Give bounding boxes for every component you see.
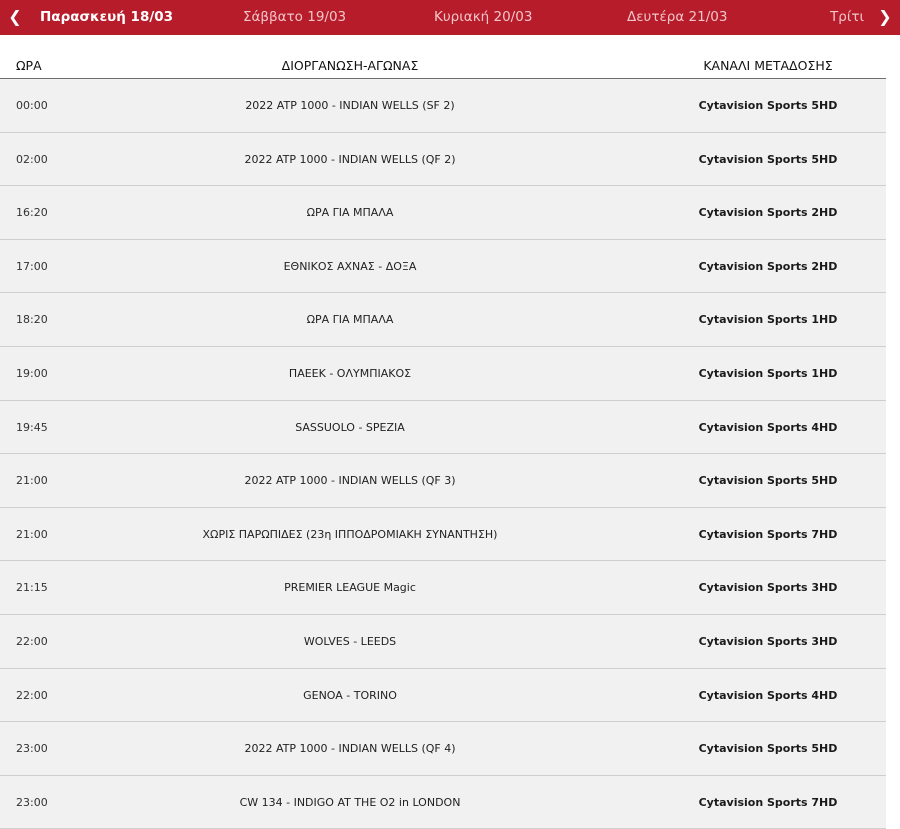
- table-row[interactable]: 16:20 ΩΡΑ ΓΙΑ ΜΠΑΛΑ Cytavision Sports 2H…: [0, 186, 886, 240]
- day-tab-friday[interactable]: Παρασκευή 18/03: [40, 0, 173, 35]
- table-row[interactable]: 21:00 2022 ATP 1000 - INDIAN WELLS (QF 3…: [0, 454, 886, 508]
- row-event: 2022 ATP 1000 - INDIAN WELLS (QF 4): [244, 742, 456, 756]
- header-event: ΔΙΟΡΓΑΝΩΣΗ-ΑΓΩΝΑΣ: [281, 58, 419, 73]
- table-row[interactable]: 19:00 ΠΑΕΕΚ - ΟΛΥΜΠΙΑΚΟΣ Cytavision Spor…: [0, 346, 886, 401]
- row-time: 19:00: [16, 366, 48, 380]
- row-time: 21:00: [16, 527, 48, 541]
- row-time: 19:45: [16, 420, 48, 434]
- chevron-left-icon[interactable]: ❮: [2, 0, 28, 35]
- row-channel: Cytavision Sports 3HD: [698, 634, 838, 648]
- row-event: 2022 ATP 1000 - INDIAN WELLS (SF 2): [245, 99, 455, 112]
- row-event: ΩΡΑ ΓΙΑ ΜΠΑΛΑ: [306, 206, 394, 220]
- row-time: 22:00: [16, 688, 48, 702]
- row-channel: Cytavision Sports 3HD: [698, 581, 838, 595]
- row-time: 00:00: [16, 99, 48, 112]
- table-row[interactable]: 23:00 2022 ATP 1000 - INDIAN WELLS (QF 4…: [0, 722, 886, 776]
- day-tab-tuesday[interactable]: Τρίτι: [830, 0, 864, 35]
- row-channel: Cytavision Sports 1HD: [698, 366, 838, 380]
- row-event: ΩΡΑ ΓΙΑ ΜΠΑΛΑ: [306, 313, 394, 327]
- header-channel: ΚΑΝΑΛΙ ΜΕΤΑΔΟΣΗΣ: [703, 58, 833, 73]
- row-time: 23:00: [16, 742, 48, 756]
- table-row[interactable]: 19:45 SASSUOLO - SPEZIA Cytavision Sport…: [0, 400, 886, 455]
- row-channel: Cytavision Sports 7HD: [698, 795, 838, 809]
- row-time: 22:00: [16, 634, 48, 648]
- row-channel: Cytavision Sports 2HD: [698, 259, 838, 273]
- row-time: 21:00: [16, 474, 48, 488]
- schedule-table: 00:00 2022 ATP 1000 - INDIAN WELLS (SF 2…: [0, 79, 886, 829]
- table-row[interactable]: 21:00 ΧΩΡΙΣ ΠΑΡΩΠΙΔΕΣ (23η ΙΠΠΟΔΡΟΜΙΑΚΗ …: [0, 507, 886, 562]
- table-row[interactable]: 21:15 PREMIER LEAGUE Magic Cytavision Sp…: [0, 561, 886, 615]
- table-row[interactable]: 22:00 WOLVES - LEEDS Cytavision Sports 3…: [0, 614, 886, 669]
- header-time: ΩΡΑ: [16, 58, 42, 73]
- table-row[interactable]: 00:00 2022 ATP 1000 - INDIAN WELLS (SF 2…: [0, 79, 886, 133]
- row-time: 02:00: [16, 152, 48, 166]
- day-tab-sunday[interactable]: Κυριακή 20/03: [434, 0, 532, 35]
- row-time: 16:20: [16, 206, 48, 220]
- row-event: CW 134 - INDIGO AT THE O2 in LONDON: [239, 795, 461, 809]
- row-channel: Cytavision Sports 5HD: [698, 474, 838, 488]
- row-time: 21:15: [16, 581, 48, 595]
- row-event: 2022 ATP 1000 - INDIAN WELLS (QF 3): [244, 474, 456, 488]
- row-time: 18:20: [16, 313, 48, 327]
- table-row[interactable]: 22:00 GENOA - TORINO Cytavision Sports 4…: [0, 668, 886, 723]
- table-header: ΩΡΑ ΔΙΟΡΓΑΝΩΣΗ-ΑΓΩΝΑΣ ΚΑΝΑΛΙ ΜΕΤΑΔΟΣΗΣ: [0, 52, 886, 79]
- row-event: 2022 ATP 1000 - INDIAN WELLS (QF 2): [244, 152, 456, 166]
- row-event: PREMIER LEAGUE Magic: [284, 581, 416, 595]
- row-channel: Cytavision Sports 5HD: [698, 99, 838, 112]
- table-row[interactable]: 18:20 ΩΡΑ ΓΙΑ ΜΠΑΛΑ Cytavision Sports 1H…: [0, 293, 886, 347]
- row-event: ΧΩΡΙΣ ΠΑΡΩΠΙΔΕΣ (23η ΙΠΠΟΔΡΟΜΙΑΚΗ ΣΥΝΑΝΤ…: [202, 527, 498, 541]
- chevron-right-icon[interactable]: ❯: [872, 0, 898, 35]
- row-event: WOLVES - LEEDS: [303, 634, 397, 648]
- row-time: 23:00: [16, 795, 48, 809]
- row-event: GENOA - TORINO: [303, 688, 397, 702]
- row-channel: Cytavision Sports 4HD: [698, 420, 838, 434]
- row-channel: Cytavision Sports 4HD: [698, 688, 838, 702]
- table-row[interactable]: 17:00 ΕΘΝΙΚΟΣ ΑΧΝΑΣ - ΔΟΞΑ Cytavision Sp…: [0, 239, 886, 294]
- table-row[interactable]: 23:00 CW 134 - INDIGO AT THE O2 in LONDO…: [0, 775, 886, 829]
- row-channel: Cytavision Sports 7HD: [698, 527, 838, 541]
- row-time: 17:00: [16, 259, 48, 273]
- row-event: SASSUOLO - SPEZIA: [295, 420, 405, 434]
- day-tab-monday[interactable]: Δευτέρα 21/03: [627, 0, 727, 35]
- row-channel: Cytavision Sports 5HD: [698, 152, 838, 166]
- date-navigation-bar: ❮ Παρασκευή 18/03 Σάββατο 19/03 Κυριακή …: [0, 0, 900, 35]
- table-row[interactable]: 02:00 2022 ATP 1000 - INDIAN WELLS (QF 2…: [0, 132, 886, 187]
- row-channel: Cytavision Sports 2HD: [698, 206, 838, 220]
- row-event: ΠΑΕΕΚ - ΟΛΥΜΠΙΑΚΟΣ: [288, 366, 412, 380]
- row-event: ΕΘΝΙΚΟΣ ΑΧΝΑΣ - ΔΟΞΑ: [283, 259, 417, 273]
- day-tab-saturday[interactable]: Σάββατο 19/03: [243, 0, 346, 35]
- row-channel: Cytavision Sports 1HD: [698, 313, 838, 327]
- row-channel: Cytavision Sports 5HD: [698, 742, 838, 756]
